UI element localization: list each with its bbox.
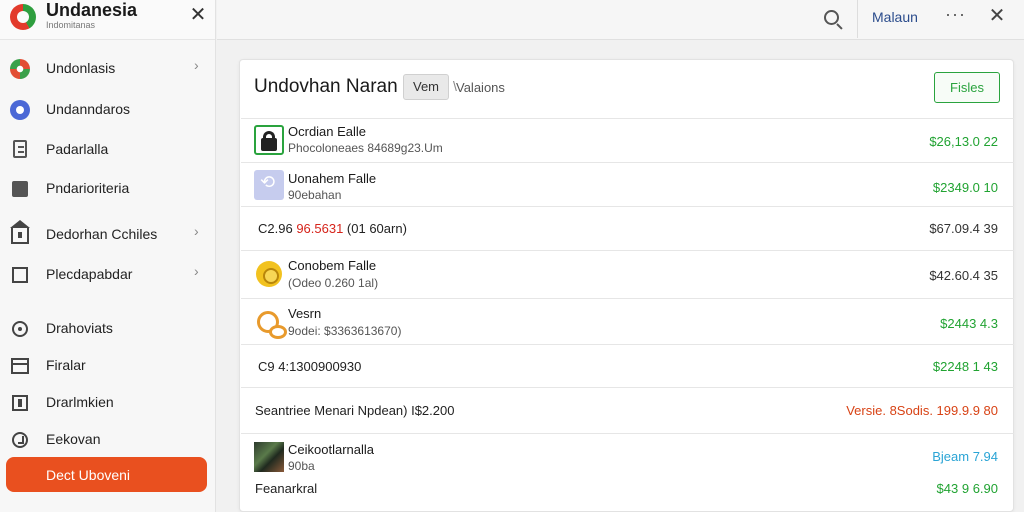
primary-action-button[interactable]: Fisles bbox=[934, 72, 1000, 103]
sidebar-item-label: Plecdapabdar bbox=[46, 266, 133, 282]
list-item[interactable]: Ceikootlarnalla 90ba Bjeam 7.94 Feanarkr… bbox=[241, 433, 1014, 512]
sidebar-item-undanndaros[interactable]: Undanndaros bbox=[0, 94, 216, 124]
sidebar-item-label: Drahoviats bbox=[46, 320, 113, 336]
brand-header: Undanesia Indomitanas ✕ bbox=[0, 0, 215, 40]
sidebar-item-label: Firalar bbox=[46, 357, 86, 373]
list-item[interactable]: Seantriee Menari Npdean) I$2.200 Versie.… bbox=[241, 387, 1014, 433]
sidebar-item-undonlasis[interactable]: Undonlasis › bbox=[0, 53, 216, 83]
row-value: Versie. 8Sodis. 199.9.9 80 bbox=[846, 403, 998, 418]
topbar-label[interactable]: Malaun bbox=[872, 9, 918, 25]
list-item[interactable]: Conobem Falle (Odeo 0.260 1al) $42.60.4 … bbox=[241, 250, 1014, 298]
sidebar: Undanesia Indomitanas ✕ Undonlasis › Und… bbox=[0, 0, 216, 512]
row-value: $42.60.4 35 bbox=[929, 268, 998, 283]
coin-icon bbox=[256, 261, 282, 287]
sidebar-item-label: Drarlmkien bbox=[46, 394, 114, 410]
list-item[interactable]: C2.96 96.5631 (01 60arn) $67.09.4 39 bbox=[241, 206, 1014, 250]
row-subtitle: 9odei: $3363613670) bbox=[288, 324, 402, 338]
divider bbox=[857, 0, 858, 38]
list-item[interactable]: Vesrn 9odei: $3363613670) $2443 4.3 bbox=[241, 298, 1014, 344]
ring-icon bbox=[12, 321, 28, 337]
row-value: $2349.0 10 bbox=[932, 180, 998, 195]
card-meta: Valaions bbox=[456, 80, 505, 95]
row-text-prefix: C2.96 bbox=[258, 221, 297, 236]
tag-icon bbox=[12, 181, 28, 197]
sidebar-item-label: Padarlalla bbox=[46, 141, 109, 157]
row-value-secondary: $43 9 6.90 bbox=[936, 481, 998, 496]
brand-subtitle: Indomitanas bbox=[46, 20, 96, 30]
chevron-right-icon: › bbox=[194, 57, 199, 73]
main-card: Undovhan Naran Vem \ Valaions Fisles Ocr… bbox=[239, 59, 1014, 512]
row-text-suffix: (01 60arn) bbox=[343, 221, 407, 236]
row-text-highlight: 96.5631 bbox=[296, 221, 344, 236]
top-bar: Malaun ··· ✕ bbox=[217, 0, 1024, 40]
row-value: $2443 4.3 bbox=[940, 316, 998, 331]
sidebar-item-plecdapabdar[interactable]: Plecdapabdar › bbox=[0, 259, 216, 289]
card-tag-button[interactable]: Vem bbox=[403, 74, 449, 100]
ring-icon bbox=[257, 311, 287, 339]
close-icon[interactable]: ✕ bbox=[985, 3, 1009, 28]
flower-logo-icon bbox=[10, 59, 30, 79]
row-text: C9 4:1300900930 bbox=[258, 359, 362, 374]
lock-icon bbox=[254, 125, 284, 155]
row-value: $26,13.0 22 bbox=[929, 134, 998, 149]
sidebar-item-padarlalla[interactable]: Padarlalla bbox=[0, 134, 216, 164]
sidebar-item-label: Pndarioriteria bbox=[46, 180, 130, 196]
sidebar-item-label: Undanndaros bbox=[46, 101, 131, 117]
box-icon bbox=[12, 395, 28, 411]
close-sidebar-icon[interactable]: ✕ bbox=[186, 2, 210, 27]
sidebar-item-dedorhan-cchiles[interactable]: Dedorhan Cchiles › bbox=[0, 219, 216, 249]
row-subtitle: Phocoloneaes 84689g23.Um bbox=[288, 141, 443, 155]
row-title: Ceikootlarnalla bbox=[288, 442, 374, 457]
row-title: Vesrn bbox=[288, 306, 322, 321]
link-icon bbox=[254, 170, 284, 200]
brand-name: Undanesia bbox=[46, 0, 138, 20]
sidebar-item-label: Dect Uboveni bbox=[46, 467, 131, 483]
list-item[interactable]: Uonahem Falle 90ebahan $2349.0 10 bbox=[241, 162, 1014, 206]
row-title: Ocrdian Ealle bbox=[288, 124, 367, 139]
sidebar-item-pndarioriteria[interactable]: Pndarioriteria bbox=[0, 173, 216, 203]
sidebar-item-label: Eekovan bbox=[46, 431, 101, 447]
sidebar-item-label: Dedorhan Cchiles bbox=[46, 226, 158, 242]
thumbnail-image bbox=[254, 442, 284, 472]
sidebar-item-eekovan[interactable]: Eekovan bbox=[0, 424, 216, 454]
clock-icon bbox=[12, 432, 28, 448]
sidebar-item-active[interactable]: Dect Uboveni bbox=[6, 457, 207, 492]
home-icon bbox=[10, 220, 30, 244]
blue-circle-icon bbox=[10, 100, 30, 120]
more-options-icon[interactable]: ··· bbox=[945, 4, 966, 25]
sidebar-item-firalar[interactable]: Firalar bbox=[0, 350, 216, 380]
chevron-right-icon: › bbox=[194, 263, 199, 279]
row-subtitle: 90ebahan bbox=[288, 188, 342, 202]
list-item[interactable]: Ocrdian Ealle Phocoloneaes 84689g23.Um $… bbox=[241, 118, 1014, 162]
edit-icon bbox=[12, 267, 28, 283]
row-value: $67.09.4 39 bbox=[929, 221, 998, 236]
row-value: Bjeam 7.94 bbox=[932, 449, 998, 464]
row-title: Uonahem Falle bbox=[288, 171, 377, 186]
sidebar-item-drarlmkien[interactable]: Drarlmkien bbox=[0, 387, 216, 417]
row-title: Conobem Falle bbox=[288, 258, 377, 273]
row-footer-text: Feanarkral bbox=[255, 481, 318, 496]
card-title: Undovhan Naran bbox=[254, 76, 398, 97]
document-icon bbox=[13, 140, 27, 158]
brand-logo-icon bbox=[10, 4, 36, 30]
sidebar-item-label: Undonlasis bbox=[46, 60, 116, 76]
row-text: C2.96 96.5631 (01 60arn) bbox=[258, 221, 407, 236]
row-subtitle: (Odeo 0.260 1al) bbox=[288, 276, 379, 290]
row-text: Seantriee Menari Npdean) I$2.200 bbox=[255, 403, 455, 418]
row-subtitle: 90ba bbox=[288, 459, 315, 473]
list-item[interactable]: C9 4:1300900930 $2248 1 43 bbox=[241, 344, 1014, 387]
sidebar-item-drahoviats[interactable]: Drahoviats bbox=[0, 313, 216, 343]
row-value: $2248 1 43 bbox=[932, 359, 998, 374]
search-icon[interactable] bbox=[820, 6, 846, 32]
window-icon bbox=[11, 358, 29, 374]
chevron-right-icon: › bbox=[194, 223, 199, 239]
